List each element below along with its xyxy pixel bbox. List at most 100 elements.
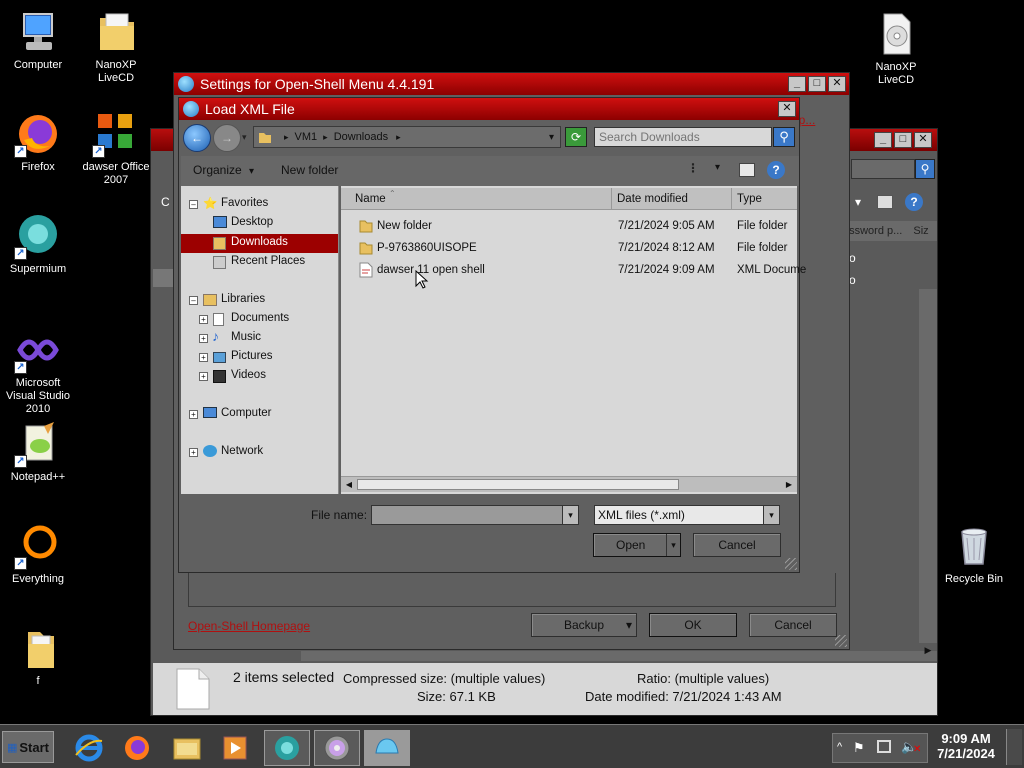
taskbar-firefox[interactable] [114, 730, 160, 766]
horizontal-scrollbar[interactable]: ◀ ▶ [341, 476, 797, 492]
desktop-icon-supermium[interactable]: ↗ Supermium [0, 212, 76, 276]
open-button[interactable]: Open ▾ [593, 533, 681, 557]
column-divider[interactable] [611, 188, 612, 210]
expand-icon[interactable]: + [199, 315, 208, 324]
close-button[interactable]: ✕ [828, 76, 846, 92]
show-desktop-button[interactable] [1006, 729, 1022, 765]
expand-icon[interactable]: + [199, 372, 208, 381]
maximize-button[interactable]: □ [808, 76, 826, 92]
help-icon[interactable]: ? [767, 161, 785, 179]
breadcrumb-vm1[interactable]: VM1 [295, 131, 318, 143]
homepage-link[interactable]: Open-Shell Homepage [188, 619, 310, 633]
new-folder-button[interactable]: New folder [281, 163, 338, 177]
help-icon[interactable]: ? [905, 193, 923, 211]
preview-pane-icon[interactable] [739, 163, 755, 177]
ok-button[interactable]: OK [649, 613, 737, 637]
backup-button[interactable]: Backup ▾ [531, 613, 637, 637]
collapse-icon[interactable]: – [189, 200, 198, 209]
nav-desktop[interactable]: Desktop [231, 216, 273, 228]
search-input[interactable] [594, 127, 772, 147]
close-button[interactable]: ✕ [914, 132, 932, 148]
column-type[interactable]: Type [737, 193, 762, 205]
scroll-right-icon[interactable]: ▶ [783, 479, 795, 491]
minimize-button[interactable]: _ [874, 132, 892, 148]
resize-grip[interactable] [785, 558, 797, 570]
chevron-down-icon[interactable]: ▾ [715, 162, 720, 173]
column-size[interactable]: Siz [913, 225, 928, 237]
close-button[interactable]: ✕ [778, 101, 796, 117]
taskbar-open-shell[interactable] [364, 730, 410, 766]
desktop-icon-computer[interactable]: Computer [0, 8, 76, 72]
desktop-icon-dawser-office[interactable]: ↗ dawser Office 2007 [78, 110, 154, 187]
desktop-icon-nanoxp-livecd-drive[interactable]: NanoXP LiveCD [858, 10, 934, 87]
organize-button[interactable]: Organize ▾ [193, 163, 254, 177]
minimize-button[interactable]: _ [788, 76, 806, 92]
desktop-icon-visual-studio[interactable]: ↗ Microsoft Visual Studio 2010 [0, 326, 76, 416]
expand-icon[interactable]: + [199, 353, 208, 362]
nav-computer[interactable]: Computer [221, 407, 272, 419]
desktop-icon-recycle-bin[interactable]: Recycle Bin [936, 522, 1012, 586]
maximize-button[interactable]: □ [894, 132, 912, 148]
start-button[interactable]: ▦ Start [2, 731, 54, 763]
chevron-down-icon[interactable]: ▾ [562, 506, 578, 524]
bg-horizontal-scrollbar[interactable] [301, 651, 937, 661]
column-divider[interactable] [731, 188, 732, 210]
view-options-icon[interactable]: ⋮ [687, 161, 699, 175]
nav-videos[interactable]: Videos [231, 369, 266, 381]
expand-icon[interactable]: + [199, 334, 208, 343]
dialog-cancel-button[interactable]: Cancel [693, 533, 781, 557]
expand-icon[interactable]: + [189, 410, 198, 419]
chevron-down-icon[interactable]: ▾ [666, 534, 680, 556]
address-dropdown-icon[interactable]: ▾ [549, 132, 554, 143]
file-type-filter-select[interactable]: XML files (*.xml) ▾ [594, 505, 780, 525]
clock[interactable]: 9:09 AM 7/21/2024 [930, 731, 1002, 761]
taskbar-internet-explorer[interactable] [66, 730, 112, 766]
load-xml-dialog[interactable]: Load XML File ✕ ← → ▾ ▸ VM1 ▸ Downloads … [178, 97, 806, 573]
breadcrumb-downloads[interactable]: Downloads [334, 131, 388, 143]
nav-network[interactable]: Network [221, 445, 263, 457]
expand-icon[interactable]: + [189, 448, 198, 457]
nav-recent-places[interactable]: Recent Places [231, 255, 305, 267]
desktop-icon-nanoxp-livecd[interactable]: NanoXP LiveCD [78, 8, 154, 85]
taskbar-media-player[interactable] [212, 730, 258, 766]
scroll-right-icon[interactable]: ▶ [921, 645, 935, 659]
bg-scrollbar[interactable] [919, 289, 937, 643]
chevron-down-icon[interactable]: ▾ [855, 195, 861, 209]
taskbar-supermium[interactable] [264, 730, 310, 766]
refresh-icon[interactable]: ⟳ [565, 127, 587, 147]
desktop-icon-notepad-plus-plus[interactable]: ↗ Notepad++ [0, 420, 76, 484]
file-row[interactable]: dawser 11 open shell 7/21/2024 9:09 AM X… [341, 260, 806, 282]
nav-favorites[interactable]: Favorites [221, 197, 268, 209]
recent-pages-chevron-icon[interactable]: ▾ [242, 132, 247, 143]
nav-documents[interactable]: Documents [231, 312, 289, 324]
resize-grip[interactable] [835, 635, 847, 647]
bg-explorer-search-input[interactable] [851, 159, 915, 179]
back-arrow-icon[interactable]: ← [183, 124, 211, 152]
address-bar[interactable]: ▸ VM1 ▸ Downloads ▸ ▾ [253, 126, 561, 148]
desktop-icon-f[interactable]: f [0, 624, 76, 688]
network-status-icon[interactable] [877, 740, 891, 753]
nav-libraries[interactable]: Libraries [221, 293, 265, 305]
filename-input[interactable]: ▾ [371, 505, 579, 525]
search-icon[interactable]: ⚲ [915, 159, 935, 179]
taskbar-file-explorer[interactable] [164, 730, 210, 766]
collapse-icon[interactable]: – [189, 296, 198, 305]
file-row[interactable]: New folder 7/21/2024 9:05 AM File folder [341, 216, 797, 238]
flag-icon[interactable]: ⚑ [853, 740, 865, 756]
scroll-left-icon[interactable]: ◀ [343, 479, 355, 491]
nav-downloads[interactable]: Downloads [231, 236, 288, 248]
file-row[interactable]: P-9763860UISOPE 7/21/2024 8:12 AM File f… [341, 238, 797, 260]
desktop-icon-firefox[interactable]: ↗ Firefox [0, 110, 76, 174]
taskbar-dvd[interactable] [314, 730, 360, 766]
desktop-icon-everything[interactable]: ↗ Everything [0, 522, 76, 586]
column-password[interactable]: assword p... [843, 225, 902, 237]
show-hidden-icons-icon[interactable]: ^ [837, 741, 842, 753]
cancel-button[interactable]: Cancel [749, 613, 837, 637]
nav-pictures[interactable]: Pictures [231, 350, 273, 362]
scrollbar-thumb[interactable] [357, 479, 679, 490]
forward-arrow-icon[interactable]: → [213, 124, 241, 152]
column-name[interactable]: Name [355, 193, 386, 205]
column-date-modified[interactable]: Date modified [617, 193, 688, 205]
preview-pane-icon[interactable] [877, 195, 893, 209]
nav-music[interactable]: Music [231, 331, 261, 343]
